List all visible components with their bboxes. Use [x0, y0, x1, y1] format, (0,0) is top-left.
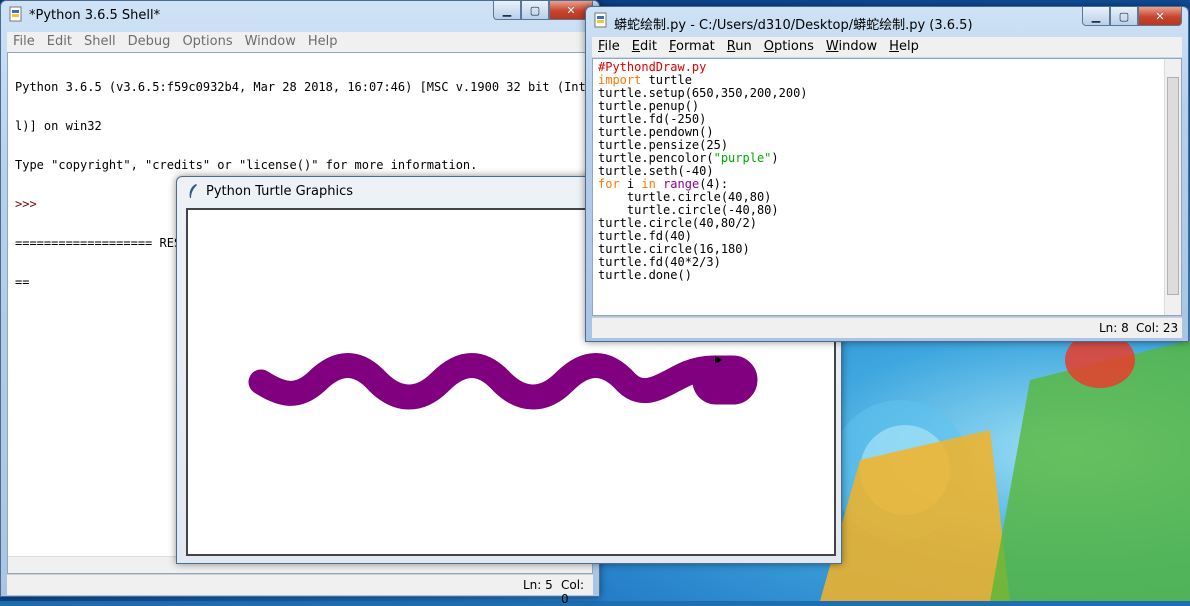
code-token: i — [619, 177, 642, 191]
shell-line: l)] on win32 — [15, 119, 102, 133]
shell-menu-debug[interactable]: Debug — [122, 32, 177, 52]
shell-menu-edit[interactable]: Edit — [41, 32, 78, 52]
close-icon: ✕ — [566, 3, 576, 17]
python-file-icon — [9, 6, 22, 22]
shell-menu-help[interactable]: Help — [302, 32, 344, 52]
shell-menu-file[interactable]: File — [7, 32, 41, 52]
close-icon: ✕ — [1155, 9, 1165, 23]
editor-menubar: File Edit Format Run Options Window Help — [592, 37, 1182, 57]
shell-status-column: Col: 0 — [561, 578, 585, 606]
editor-menu-options[interactable]: Options — [758, 37, 820, 57]
editor-menu-run[interactable]: Run — [721, 37, 758, 57]
editor-text-area[interactable]: #PythondDraw.py import turtle turtle.setup… — [592, 58, 1182, 316]
editor-caption-buttons: ▁ ▢ ✕ — [1082, 7, 1182, 27]
shell-menu-options[interactable]: Options — [176, 32, 238, 52]
minimize-icon: ▁ — [502, 3, 512, 17]
code-token: ) — [771, 151, 779, 165]
code-token: import — [598, 73, 642, 87]
editor-statusbar: Ln: 8 Col: 23 — [592, 317, 1182, 338]
code-token: turtle.fd(40) — [598, 229, 692, 243]
editor-status-line: Ln: 8 — [1099, 321, 1129, 335]
code-token: for — [598, 177, 620, 191]
close-button[interactable]: ✕ — [1138, 7, 1182, 26]
editor-menu-format[interactable]: Format — [663, 37, 721, 57]
python-file-icon — [594, 12, 607, 28]
code-token: #PythondDraw.py — [598, 60, 707, 74]
code-line: turtle.done() — [598, 269, 808, 282]
code-token: range — [663, 177, 700, 191]
editor-menu-window[interactable]: Window — [820, 37, 883, 57]
turtle-window-title: Python Turtle Graphics — [206, 184, 353, 199]
editor-menu-file[interactable]: File — [592, 37, 626, 57]
code-token: turtle — [641, 73, 692, 87]
shell-status-line: Ln: 5 — [523, 578, 553, 592]
minimize-icon: ▁ — [1091, 9, 1101, 23]
code-token: turtle.circle(-40,80) — [598, 203, 779, 217]
shell-line: Type "copyright", "credits" or "license(… — [15, 158, 478, 172]
code-token: (4): — [699, 177, 729, 191]
code-token: turtle.fd(40*2/3) — [598, 255, 721, 269]
code-token: turtle.fd(-250) — [598, 112, 707, 126]
editor-menu-edit[interactable]: Edit — [626, 37, 663, 57]
code-token: turtle.circle(16,180) — [598, 242, 750, 256]
maximize-icon: ▢ — [1118, 9, 1130, 23]
editor-code: #PythondDraw.py import turtle turtle.setup… — [598, 61, 808, 282]
editor-vertical-scrollbar[interactable] — [1164, 59, 1181, 315]
editor-window: 蟒蛇绘制.py - C:/Users/d310/Desktop/蟒蛇绘制.py … — [585, 6, 1189, 342]
shell-menu-shell[interactable]: Shell — [78, 32, 122, 52]
shell-line: Python 3.6.5 (v3.6.5:f59c0932b4, Mar 28 … — [15, 80, 593, 94]
code-token: turtle.seth(-40) — [598, 164, 714, 178]
code-token: turtle.pencolor( — [598, 151, 714, 165]
code-token: turtle.circle(40,80) — [598, 190, 772, 204]
editor-window-title: 蟒蛇绘制.py - C:/Users/d310/Desktop/蟒蛇绘制.py … — [614, 18, 973, 33]
maximize-icon: ▢ — [529, 3, 541, 17]
code-token: turtle.pendown() — [598, 125, 714, 139]
maximize-button[interactable]: ▢ — [521, 1, 549, 20]
shell-menu-window[interactable]: Window — [239, 32, 302, 52]
editor-status-column: Col: 23 — [1136, 321, 1179, 335]
code-token: "purple" — [713, 151, 772, 165]
code-token: in — [641, 177, 656, 191]
code-token: turtle.circle(40,80/2) — [598, 216, 757, 230]
shell-caption-buttons: ▁ ▢ ✕ — [493, 1, 593, 21]
minimize-button[interactable]: ▁ — [1082, 7, 1110, 26]
maximize-button[interactable]: ▢ — [1110, 7, 1138, 26]
editor-menu-help[interactable]: Help — [883, 37, 925, 57]
editor-scroll-thumb[interactable] — [1167, 77, 1179, 295]
code-token: turtle.pensize(25) — [598, 138, 729, 152]
feather-icon — [189, 184, 197, 198]
minimize-button[interactable]: ▁ — [493, 1, 521, 20]
shell-menubar: File Edit Shell Debug Options Window Hel… — [7, 32, 593, 52]
code-token: turtle.penup() — [598, 99, 700, 113]
code-token: turtle.setup(650,350,200,200) — [598, 86, 808, 100]
snake-body — [248, 353, 758, 410]
code-token: turtle.done() — [598, 268, 692, 282]
shell-window-title: *Python 3.6.5 Shell* — [29, 8, 161, 23]
shell-statusbar: Ln: 5 Col: 0 — [7, 574, 593, 606]
